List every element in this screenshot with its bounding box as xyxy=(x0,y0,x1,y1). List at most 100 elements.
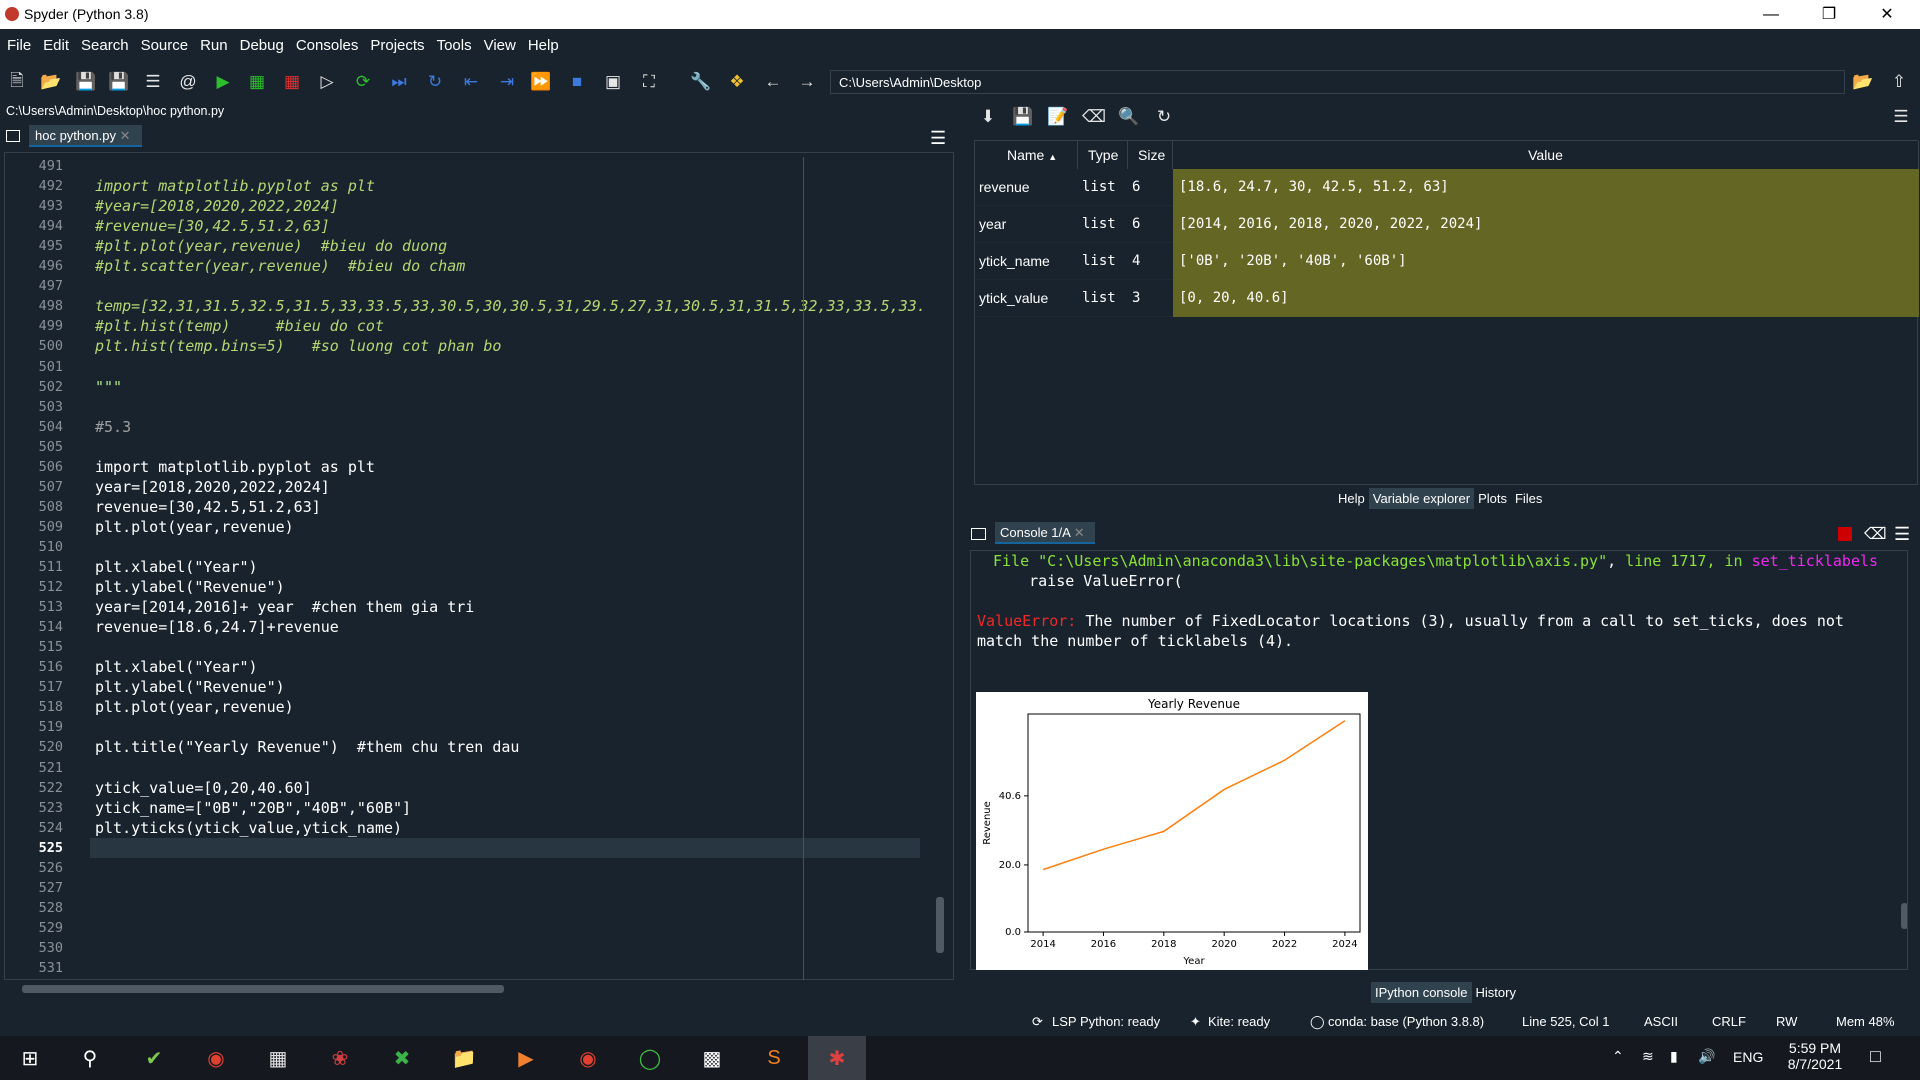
app-icon-1[interactable]: ✔ xyxy=(138,1042,170,1074)
header-type[interactable]: Type xyxy=(1078,141,1128,169)
menu-run[interactable]: Run xyxy=(193,29,233,63)
windows-start-icon[interactable]: ⊞ xyxy=(14,1042,46,1074)
line-number: 510 xyxy=(38,538,63,555)
search-icon[interactable]: 🔍 xyxy=(1118,106,1140,128)
step-return-icon[interactable]: ⇥ xyxy=(496,71,518,93)
media-player-icon[interactable]: ▶ xyxy=(510,1042,542,1074)
conda-status[interactable]: conda: base (Python 3.8.8) xyxy=(1328,1014,1484,1029)
line-number: 491 xyxy=(38,158,63,174)
tab-console[interactable]: Console 1/A ✕ xyxy=(995,522,1095,544)
file-explorer-icon[interactable]: 📁 xyxy=(448,1042,480,1074)
debug-icon[interactable]: ⏭ xyxy=(388,71,410,93)
menu-consoles[interactable]: Consoles xyxy=(289,29,364,63)
editor-options-icon[interactable]: ☰ xyxy=(930,128,946,149)
menu-help[interactable]: Help xyxy=(521,29,564,63)
close-button[interactable]: ✕ xyxy=(1864,0,1910,29)
editor-horizontal-scrollbar[interactable] xyxy=(22,985,504,993)
step-into-icon[interactable]: ⇤ xyxy=(460,71,482,93)
notifications-icon[interactable]: □ xyxy=(1870,1046,1881,1067)
back-arrow-icon[interactable]: ← xyxy=(762,71,784,93)
run-cell-icon[interactable]: ▦ xyxy=(246,71,268,93)
save-icon[interactable]: 💾 xyxy=(75,71,97,93)
variable-row[interactable]: revenue list 6 [18.6, 24.7, 30, 42.5, 51.2,… xyxy=(975,169,1919,206)
tab-help[interactable]: Help xyxy=(1334,488,1369,509)
menu-edit[interactable]: Edit xyxy=(36,29,74,63)
chrome-icon[interactable]: ◉ xyxy=(200,1042,232,1074)
lsp-status[interactable]: LSP Python: ready xyxy=(1052,1014,1160,1029)
run-icon[interactable]: ▶ xyxy=(212,71,234,93)
tab-plots[interactable]: Plots xyxy=(1474,488,1511,509)
refresh-icon[interactable]: ↻ xyxy=(1153,106,1175,128)
at-icon[interactable]: @ xyxy=(177,71,199,93)
preferences-wrench-icon[interactable]: 🔧 xyxy=(690,71,712,93)
menu-projects[interactable]: Projects xyxy=(363,29,429,63)
tab-ipython-console[interactable]: IPython console xyxy=(1371,982,1472,1003)
console-scrollbar[interactable] xyxy=(1901,903,1907,929)
header-size[interactable]: Size xyxy=(1128,141,1173,169)
chrome-profile-icon[interactable]: ◉ xyxy=(572,1042,604,1074)
tab-files[interactable]: Files xyxy=(1510,488,1547,509)
run-selection-icon[interactable]: ▷ xyxy=(316,71,338,93)
volume-icon[interactable]: 🔊 xyxy=(1698,1048,1715,1065)
app-icon-9[interactable]: ◯ xyxy=(634,1042,666,1074)
header-value[interactable]: Value xyxy=(1173,141,1919,169)
save-data-as-icon[interactable]: 📝 xyxy=(1047,106,1069,128)
import-data-icon[interactable]: ⬇ xyxy=(977,106,999,128)
menu-tools[interactable]: Tools xyxy=(430,29,477,63)
menu-search[interactable]: Search xyxy=(74,29,134,63)
forward-arrow-icon[interactable]: → xyxy=(796,71,818,93)
wifi-icon[interactable]: ≋ xyxy=(1642,1048,1654,1065)
battery-icon[interactable]: ▮ xyxy=(1670,1048,1678,1065)
tab-variable-explorer[interactable]: Variable explorer xyxy=(1368,488,1475,509)
close-console-icon[interactable]: ✕ xyxy=(1074,525,1085,540)
menu-view[interactable]: View xyxy=(477,29,521,63)
header-name[interactable]: Name ▲ xyxy=(975,141,1078,169)
parent-dir-icon[interactable]: ⇧ xyxy=(1888,71,1910,93)
browse-folder-icon[interactable]: 📂 xyxy=(1852,71,1874,93)
python-path-icon[interactable]: ❖ xyxy=(726,71,748,93)
maximize-pane-icon[interactable]: ▣ xyxy=(602,71,624,93)
spyder-taskbar-icon[interactable]: ✱ xyxy=(808,1036,866,1080)
new-file-icon[interactable]: 🗎 xyxy=(6,71,28,93)
stop-debug-icon[interactable]: ■ xyxy=(566,71,588,93)
run-cell-advance-icon[interactable]: ▦ xyxy=(281,71,303,93)
clear-console-icon[interactable]: ⌫ xyxy=(1864,524,1887,544)
tab-hoc-python[interactable]: hoc python.py ✕ xyxy=(29,125,142,147)
explorer-options-icon[interactable]: ☰ xyxy=(1890,106,1912,128)
menu-debug[interactable]: Debug xyxy=(233,29,289,63)
terminal-icon[interactable]: ▩ xyxy=(696,1042,728,1074)
open-file-icon[interactable]: 📂 xyxy=(40,71,62,93)
excel-icon[interactable]: ✖ xyxy=(386,1042,418,1074)
remove-all-icon[interactable]: ⌫ xyxy=(1082,106,1106,128)
close-tab-icon[interactable]: ✕ xyxy=(120,128,131,143)
menu-source[interactable]: Source xyxy=(134,29,194,63)
app-icon-4[interactable]: ❀ xyxy=(324,1042,356,1074)
input-language[interactable]: ENG xyxy=(1733,1049,1763,1065)
taskbar-search-icon[interactable]: ⚲ xyxy=(74,1042,106,1074)
variable-row[interactable]: ytick_name list 4 ['0B', '20B', '40B', '60B… xyxy=(975,243,1919,280)
browse-tabs-icon[interactable] xyxy=(6,130,20,142)
minimize-button[interactable]: — xyxy=(1748,0,1794,29)
list-icon[interactable]: ☰ xyxy=(142,71,164,93)
console-options-icon[interactable]: ☰ xyxy=(1894,524,1910,545)
sublime-icon[interactable]: S xyxy=(758,1042,790,1074)
fullscreen-icon[interactable]: ⛶ xyxy=(638,71,660,93)
tab-history[interactable]: History xyxy=(1472,982,1520,1003)
step-icon[interactable]: ↻ xyxy=(424,71,446,93)
continue-icon[interactable]: ⏩ xyxy=(530,71,552,93)
save-data-icon[interactable]: 💾 xyxy=(1012,106,1034,128)
editor-vertical-scrollbar[interactable] xyxy=(936,897,944,953)
interrupt-kernel-icon[interactable] xyxy=(1838,527,1852,541)
save-all-icon[interactable]: 💾 xyxy=(108,71,130,93)
tray-chevron-icon[interactable]: ⌃ xyxy=(1612,1048,1624,1065)
restore-button[interactable]: ❐ xyxy=(1806,0,1852,29)
menu-file[interactable]: File xyxy=(0,29,36,63)
taskbar-clock[interactable]: 5:59 PM 8/7/2021 xyxy=(1775,1040,1855,1072)
kite-status[interactable]: Kite: ready xyxy=(1208,1014,1270,1029)
app-icon-3[interactable]: ▦ xyxy=(262,1042,294,1074)
working-directory-input[interactable]: C:\Users\Admin\Desktop xyxy=(830,70,1845,94)
variable-row[interactable]: ytick_value list 3 [0, 20, 40.6] xyxy=(975,280,1919,317)
browse-consoles-icon[interactable] xyxy=(971,528,986,540)
variable-row[interactable]: year list 6 [2014, 2016, 2018, 2020, 2022, … xyxy=(975,206,1919,243)
rerun-icon[interactable]: ⟳ xyxy=(352,71,374,93)
